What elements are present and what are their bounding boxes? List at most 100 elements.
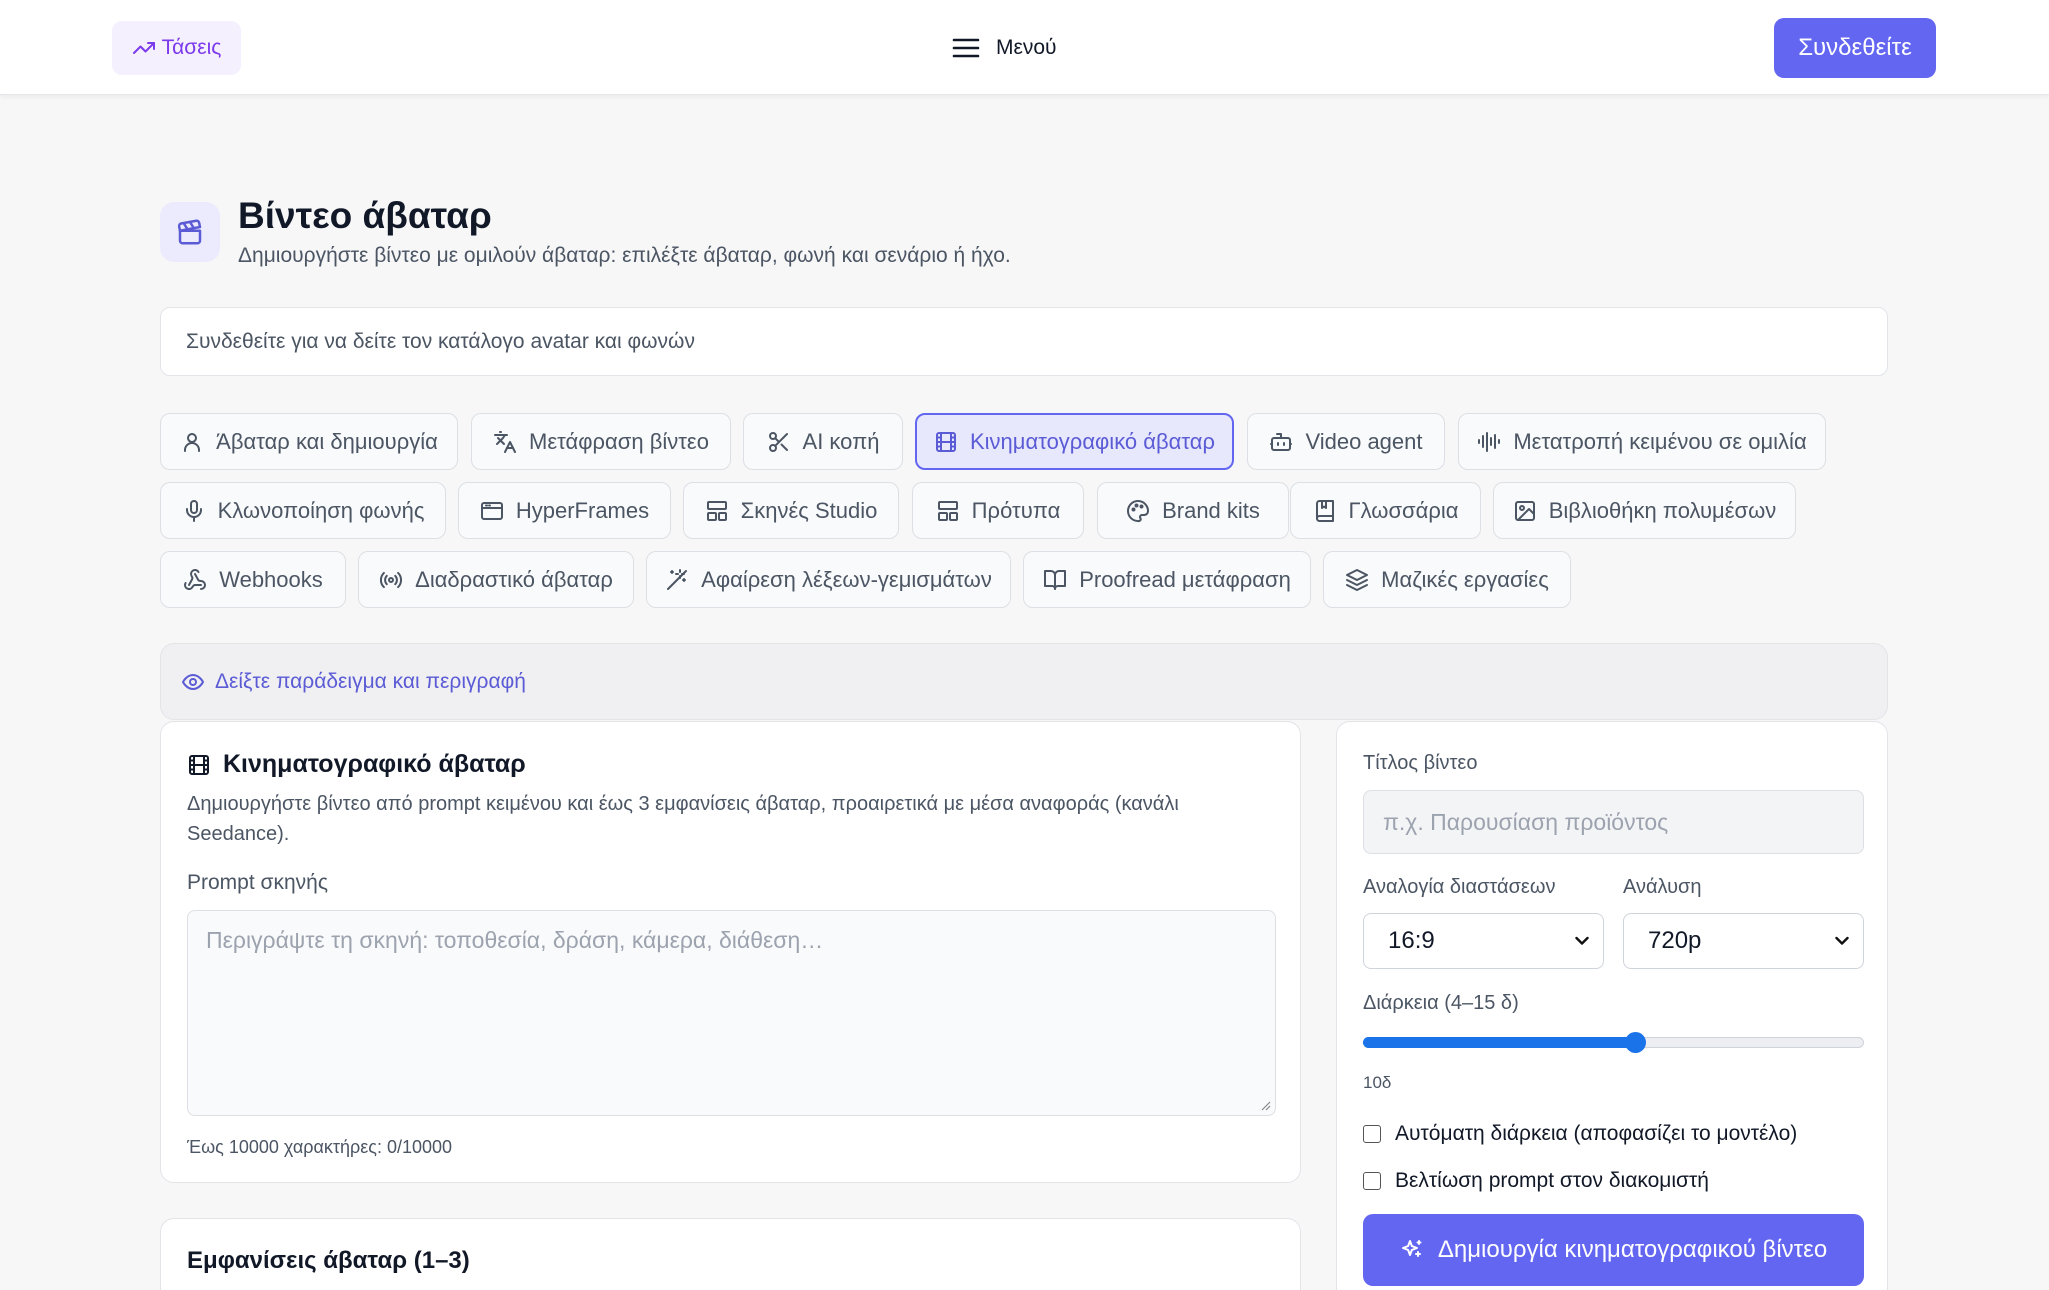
duration-value: 10δ — [1363, 1073, 1392, 1092]
login-notice: Συνδεθείτε για να δείτε τον κατάλογο ava… — [160, 307, 1888, 376]
page-title: Βίντεο άβαταρ — [238, 195, 492, 236]
tab-label: Γλωσσάρια — [1348, 497, 1459, 523]
video-title-placeholder: π.χ. Παρουσίαση προϊόντος — [1383, 808, 1669, 835]
webhook-icon — [184, 568, 207, 590]
menu-label: Μενού — [996, 36, 1057, 59]
video-title-label: Τίτλος βίντεο — [1363, 752, 1478, 774]
card-description: Δημιουργήστε βίντεο από prompt κειμένου … — [187, 793, 1179, 845]
tab-label: Μετατροπή κειμένου σε ομιλία — [1513, 428, 1807, 454]
tab-interactive-avatar[interactable]: Διαδραστικό άβαταρ — [358, 551, 634, 608]
template-icon — [937, 500, 958, 521]
menu-button[interactable]: Μενού — [952, 30, 1057, 66]
tab-label: Κινηματογραφικό άβαταρ — [970, 428, 1215, 454]
tab-glossaries[interactable]: Γλωσσάρια — [1290, 482, 1481, 539]
eye-icon — [182, 673, 204, 690]
tab-label: HyperFrames — [515, 497, 650, 523]
tab-avatar-creation[interactable]: Άβαταρ και δημιουργία — [160, 413, 458, 470]
tab-cinematic-avatar[interactable]: Κινηματογραφικό άβαταρ — [915, 413, 1234, 470]
char-counter: Έως 10000 χαρακτήρες: 0/10000 — [187, 1137, 453, 1157]
tab-label: Αφαίρεση λέξεων-γεμισμάτων — [701, 566, 992, 592]
trending-up-icon — [132, 42, 155, 54]
chevron-down-icon — [1835, 936, 1849, 945]
resolution-value: 720p — [1648, 927, 1702, 954]
enhance-prompt-checkbox[interactable]: Βελτίωση prompt στον διακομιστή — [1363, 1169, 1709, 1193]
user-icon — [184, 432, 201, 452]
scissors-icon — [768, 431, 788, 452]
video-settings-card: Τίτλος βίντεο π.χ. Παρουσίαση προϊόντος … — [1336, 721, 1888, 1290]
tab-label: Κλωνοποίηση φωνής — [217, 497, 425, 523]
tab-label: Brand kits — [1162, 497, 1260, 523]
generate-label: Δημιουργία κινηματογραφικού βίντεο — [1437, 1236, 1828, 1263]
page-subtitle: Δημιουργήστε βίντεο με ομιλούν άβαταρ: ε… — [238, 244, 1011, 267]
robot-icon — [1270, 432, 1293, 451]
tab-label: Proofread μετάφραση — [1079, 566, 1291, 592]
top-header: Τάσεις Μενού Συνδεθείτε — [0, 0, 2049, 95]
slider-fill — [1363, 1037, 1635, 1048]
show-example-toggle[interactable]: Δείξτε παράδειγμα και περιγραφή — [160, 643, 1888, 720]
resolution-label: Ανάλυση — [1623, 876, 1702, 898]
tab-label: Video agent — [1305, 428, 1423, 454]
tab-ai-cut[interactable]: AI κοπή — [743, 413, 903, 470]
tab-proofread-translation[interactable]: Proofread μετάφραση — [1023, 551, 1311, 608]
hamburger-icon — [952, 38, 980, 58]
resize-grip-icon[interactable] — [1259, 1099, 1271, 1111]
tab-video-translation[interactable]: Μετάφραση βίντεο — [471, 413, 731, 470]
auto-duration-checkbox[interactable]: Αυτόματη διάρκεια (αποφασίζει το μοντέλο… — [1363, 1122, 1797, 1146]
book-icon — [1315, 499, 1334, 522]
translate-icon — [494, 430, 517, 453]
aspect-ratio-label: Αναλογία διαστάσεων — [1363, 876, 1556, 898]
image-icon — [1514, 500, 1535, 521]
tab-templates[interactable]: Πρότυπα — [912, 482, 1084, 539]
tab-label: Μετάφραση βίντεο — [529, 428, 709, 454]
tab-media-library[interactable]: Βιβλιοθήκη πολυμέσων — [1493, 482, 1796, 539]
duration-slider[interactable] — [1363, 1032, 1864, 1053]
video-title-input[interactable]: π.χ. Παρουσίαση προϊόντος — [1363, 790, 1864, 854]
cinematic-avatar-card: Κινηματογραφικό άβαταρ Δημιουργήστε βίντ… — [160, 721, 1301, 1183]
appearances-title: Εμφανίσεις άβαταρ (1–3) — [187, 1247, 470, 1274]
tab-filler-removal[interactable]: Αφαίρεση λέξεων-γεμισμάτων — [646, 551, 1011, 608]
magic-wand-icon — [667, 568, 688, 590]
card-title: Κινηματογραφικό άβαταρ — [223, 750, 526, 778]
tab-studio-scenes[interactable]: Σκηνές Studio — [683, 482, 899, 539]
tab-label: AI κοπή — [802, 428, 880, 454]
microphone-icon — [185, 499, 202, 522]
tab-label: Webhooks — [219, 566, 323, 592]
tab-label: Πρότυπα — [971, 497, 1061, 523]
login-button[interactable]: Συνδεθείτε — [1774, 18, 1936, 78]
layers-icon — [1346, 568, 1369, 591]
palette-icon — [1127, 499, 1150, 522]
checkbox-box[interactable] — [1363, 1125, 1381, 1143]
trends-label: Τάσεις — [161, 36, 222, 59]
tab-label: Σκηνές Studio — [740, 497, 878, 523]
tab-batch-jobs[interactable]: Μαζικές εργασίες — [1323, 551, 1571, 608]
browser-window-icon — [480, 501, 503, 520]
trends-button[interactable]: Τάσεις — [112, 21, 241, 75]
tab-video-agent[interactable]: Video agent — [1247, 413, 1445, 470]
prompt-placeholder: Περιγράψτε τη σκηνή: τοποθεσία, δράση, κ… — [206, 927, 824, 953]
tab-voice-cloning[interactable]: Κλωνοποίηση φωνής — [160, 482, 446, 539]
open-book-icon — [1044, 569, 1067, 590]
tab-label: Διαδραστικό άβαταρ — [415, 566, 613, 592]
duration-label: Διάρκεια (4–15 δ) — [1363, 992, 1519, 1014]
chevron-down-icon — [1575, 936, 1589, 945]
tab-label: Άβαταρ και δημιουργία — [216, 428, 438, 454]
auto-duration-label: Αυτόματη διάρκεια (αποφασίζει το μοντέλο… — [1395, 1122, 1798, 1145]
resolution-select[interactable]: 720p — [1623, 913, 1864, 969]
checkbox-box[interactable] — [1363, 1172, 1381, 1190]
show-example-label: Δείξτε παράδειγμα και περιγραφή — [215, 669, 526, 693]
tab-label: Βιβλιοθήκη πολυμέσων — [1548, 497, 1777, 523]
clapperboard-icon — [160, 202, 220, 262]
tab-text-to-speech[interactable]: Μετατροπή κειμένου σε ομιλία — [1458, 413, 1826, 470]
aspect-ratio-select[interactable]: 16:9 — [1363, 913, 1604, 969]
prompt-label: Prompt σκηνής — [187, 871, 328, 894]
scene-prompt-textarea[interactable]: Περιγράψτε τη σκηνή: τοποθεσία, δράση, κ… — [187, 910, 1276, 1116]
tab-brand-kits[interactable]: Brand kits — [1097, 482, 1289, 539]
film-icon — [189, 754, 209, 775]
generate-cinematic-video-button[interactable]: Δημιουργία κινηματογραφικού βίντεο — [1363, 1214, 1864, 1286]
layout-icon — [706, 500, 727, 521]
audio-waveform-icon — [1478, 431, 1501, 452]
slider-thumb[interactable] — [1625, 1032, 1646, 1053]
enhance-prompt-label: Βελτίωση prompt στον διακομιστή — [1395, 1169, 1709, 1192]
tab-hyperframes[interactable]: HyperFrames — [458, 482, 671, 539]
tab-webhooks[interactable]: Webhooks — [160, 551, 346, 608]
